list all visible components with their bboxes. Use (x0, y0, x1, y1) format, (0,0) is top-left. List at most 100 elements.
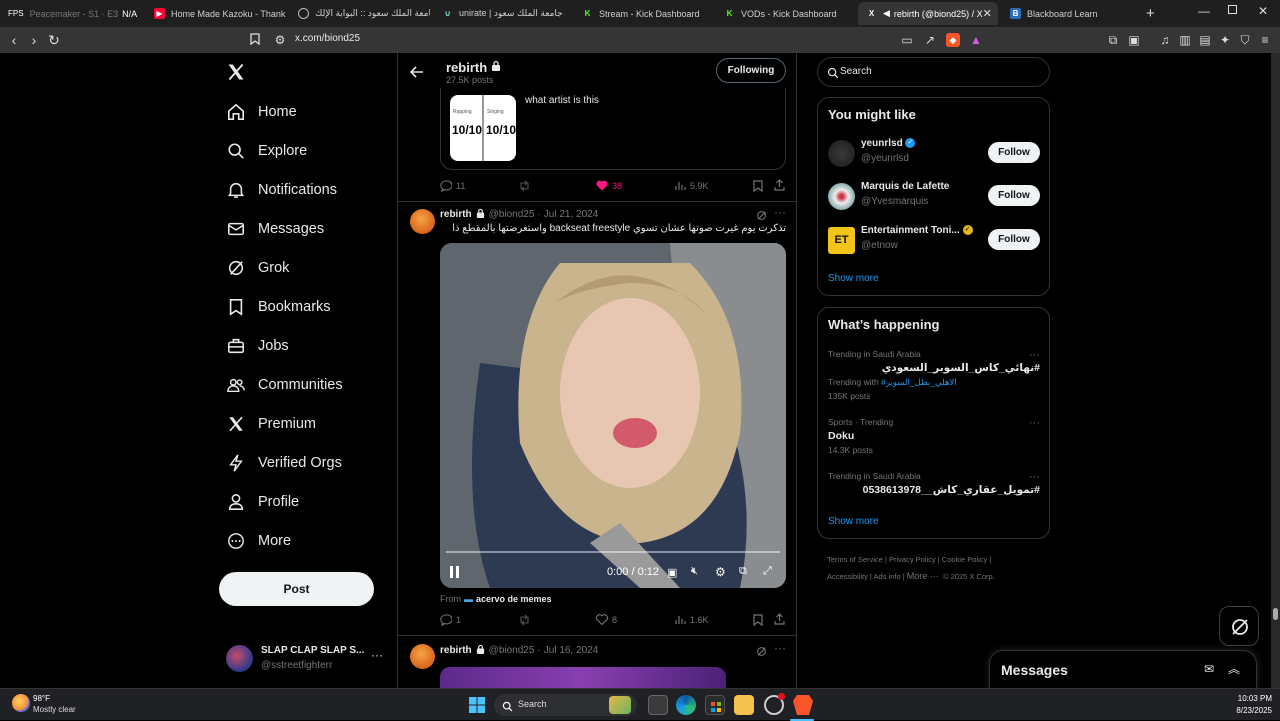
close-tab-icon[interactable]: ✕ (983, 7, 992, 20)
post-date[interactable]: Jul 16, 2024 (544, 645, 599, 656)
pip-icon[interactable]: ⧉ (739, 565, 747, 578)
media-icon[interactable]: ♫ (1158, 33, 1172, 47)
grok-floating-button[interactable] (1219, 606, 1259, 646)
site-info-icon[interactable]: ⚙ (273, 33, 287, 47)
trend-item[interactable]: Sports · Trending Doku 14.3K posts ··· (828, 417, 1040, 455)
trend-hashtag-link[interactable]: #الاهلي_بطل_السوبر (881, 377, 957, 387)
show-more-link[interactable]: Show more (828, 516, 879, 527)
vpn-icon[interactable]: ⛉ (1238, 33, 1252, 47)
close-window-icon[interactable]: ✕ (1258, 4, 1268, 18)
more-dots-icon[interactable]: ··· (774, 205, 786, 219)
steam-icon[interactable] (764, 693, 785, 715)
trend-item[interactable]: Trending in Saudi Arabia #نهائي_كاس_السو… (828, 349, 1040, 401)
reply-button[interactable]: 1 (440, 614, 461, 626)
footer-link[interactable]: Cookie Policy (942, 555, 987, 564)
bookmark-page-icon[interactable] (248, 33, 262, 47)
sidebar-icon[interactable]: ▥ (1178, 33, 1192, 47)
expand-up-icon[interactable]: ︽ (1228, 660, 1240, 677)
grok-icon[interactable] (756, 644, 767, 662)
brave-shields-icon[interactable]: ◆ (946, 33, 960, 47)
clock-date[interactable]: 8/23/2025 (1222, 706, 1272, 715)
avatar[interactable] (410, 644, 435, 669)
reply-button[interactable]: 11 (440, 180, 465, 192)
nav-premium[interactable]: Premium (226, 409, 316, 439)
back-icon[interactable]: ‹ (6, 32, 22, 48)
url-field[interactable]: x.com/biond25 (295, 33, 360, 44)
video-player[interactable]: 0:00 / 0:12 ▣ 🔇︎ ⚙ ⧉ ⤢ (440, 243, 786, 588)
tab-x-rebirth[interactable]: X ◀ rebirth (@biond25) / X ✕ (858, 2, 998, 25)
footer-link[interactable]: Terms of Service (827, 555, 883, 564)
more-dots-icon[interactable]: ··· (1029, 471, 1040, 483)
share-icon[interactable]: ↗ (923, 33, 937, 47)
cast-icon[interactable]: ▭ (900, 33, 914, 47)
weather-icon[interactable] (12, 694, 30, 712)
bookmark-button[interactable] (753, 180, 767, 192)
nav-communities[interactable]: Communities (226, 370, 343, 400)
share-button[interactable] (774, 179, 789, 191)
back-arrow-icon[interactable] (409, 65, 424, 83)
show-more-link[interactable]: Show more (828, 273, 879, 284)
reload-icon[interactable]: ↻ (46, 32, 62, 48)
start-icon[interactable] (469, 697, 485, 718)
tab-kick-vods[interactable]: K VODs - Kick Dashboard (716, 2, 856, 25)
settings-icon[interactable]: ⚙ (715, 565, 726, 579)
nav-explore[interactable]: Explore (226, 136, 307, 166)
search-box[interactable]: Search (817, 57, 1050, 87)
footer-link[interactable]: Accessibility (827, 572, 868, 581)
views-button[interactable]: 1.6K (675, 614, 709, 625)
page-scrollbar[interactable] (1271, 53, 1280, 688)
tab-kick-stream[interactable]: K Stream - Kick Dashboard (574, 2, 714, 25)
pause-icon[interactable] (449, 565, 461, 584)
share-button[interactable] (774, 613, 789, 625)
x-logo-icon[interactable] (226, 62, 246, 87)
nav-home[interactable]: Home (226, 97, 297, 127)
post-date[interactable]: Jul 21, 2024 (544, 209, 599, 220)
nav-bookmarks[interactable]: Bookmarks (226, 292, 331, 322)
post-media[interactable] (440, 667, 726, 688)
wallet-icon[interactable]: ▤ (1198, 33, 1212, 47)
suggested-user[interactable]: ET Entertainment Toni... ✓ @etnow Follow (828, 224, 1040, 260)
nav-jobs[interactable]: Jobs (226, 331, 289, 361)
nav-grok[interactable]: Grok (226, 253, 289, 283)
new-message-icon[interactable]: ✉ (1204, 662, 1214, 676)
mute-icon[interactable]: 🔇︎ (691, 565, 698, 578)
fullscreen-icon[interactable]: ⤢ (763, 565, 772, 578)
maximize-icon[interactable] (1228, 5, 1237, 14)
like-button[interactable]: 8 (596, 614, 617, 625)
new-tab-icon[interactable]: + (1146, 5, 1155, 22)
brave-rewards-icon[interactable]: ▲ (969, 33, 983, 47)
task-view-icon[interactable] (648, 695, 668, 715)
nav-more[interactable]: More (226, 526, 291, 556)
tab-ksu-portal[interactable]: جامعة الملك سعود :: البوابة الإلك (290, 2, 430, 25)
author-name[interactable]: rebirth (440, 645, 472, 656)
suggested-user[interactable]: Marquis de Lafette @Yvesmarquis Follow (828, 180, 1040, 216)
tab-home-made-kazoku[interactable]: ▶ Home Made Kazoku - Thank Y (146, 2, 286, 25)
repost-button[interactable] (518, 180, 535, 192)
footer-link[interactable]: Ads info (874, 572, 901, 581)
store-icon[interactable] (705, 695, 725, 715)
views-button[interactable]: 5.9K (675, 180, 709, 191)
quoted-post-card[interactable]: Rapping Singing 10/10 10/10 what artist … (440, 88, 786, 170)
nav-verified-orgs[interactable]: Verified Orgs (226, 448, 342, 478)
captions-icon[interactable]: ▣ (667, 566, 677, 579)
taskbar-search[interactable]: Search (494, 694, 637, 716)
nav-profile[interactable]: Profile (226, 487, 299, 517)
like-button[interactable]: 38 (596, 180, 622, 191)
follow-button[interactable]: Follow (988, 229, 1040, 250)
tab-blackboard[interactable]: B Blackboard Learn (1002, 2, 1142, 25)
author-handle[interactable]: @biond25 (489, 209, 535, 220)
nav-notifications[interactable]: Notifications (226, 175, 337, 205)
post-button[interactable]: Post (219, 572, 374, 606)
account-switcher[interactable]: SLAP CLAP SLAP S... @sstreetfighterr ··· (226, 643, 386, 679)
video-progress-bar[interactable] (446, 551, 780, 553)
forward-icon[interactable]: › (26, 32, 42, 48)
suggested-user[interactable]: yeunrlsd ✓ @yeunrlsd Follow (828, 137, 1040, 173)
scrollbar-thumb[interactable] (1273, 608, 1278, 620)
edge-icon[interactable] (676, 695, 696, 715)
leo-ai-icon[interactable]: ✦ (1218, 33, 1232, 47)
repost-button[interactable] (518, 614, 535, 626)
file-explorer-icon[interactable] (734, 695, 754, 715)
follow-button[interactable]: Follow (988, 142, 1040, 163)
menu-icon[interactable]: ≡ (1258, 33, 1272, 47)
messages-drawer[interactable]: Messages ✉ ︽ (989, 650, 1257, 688)
